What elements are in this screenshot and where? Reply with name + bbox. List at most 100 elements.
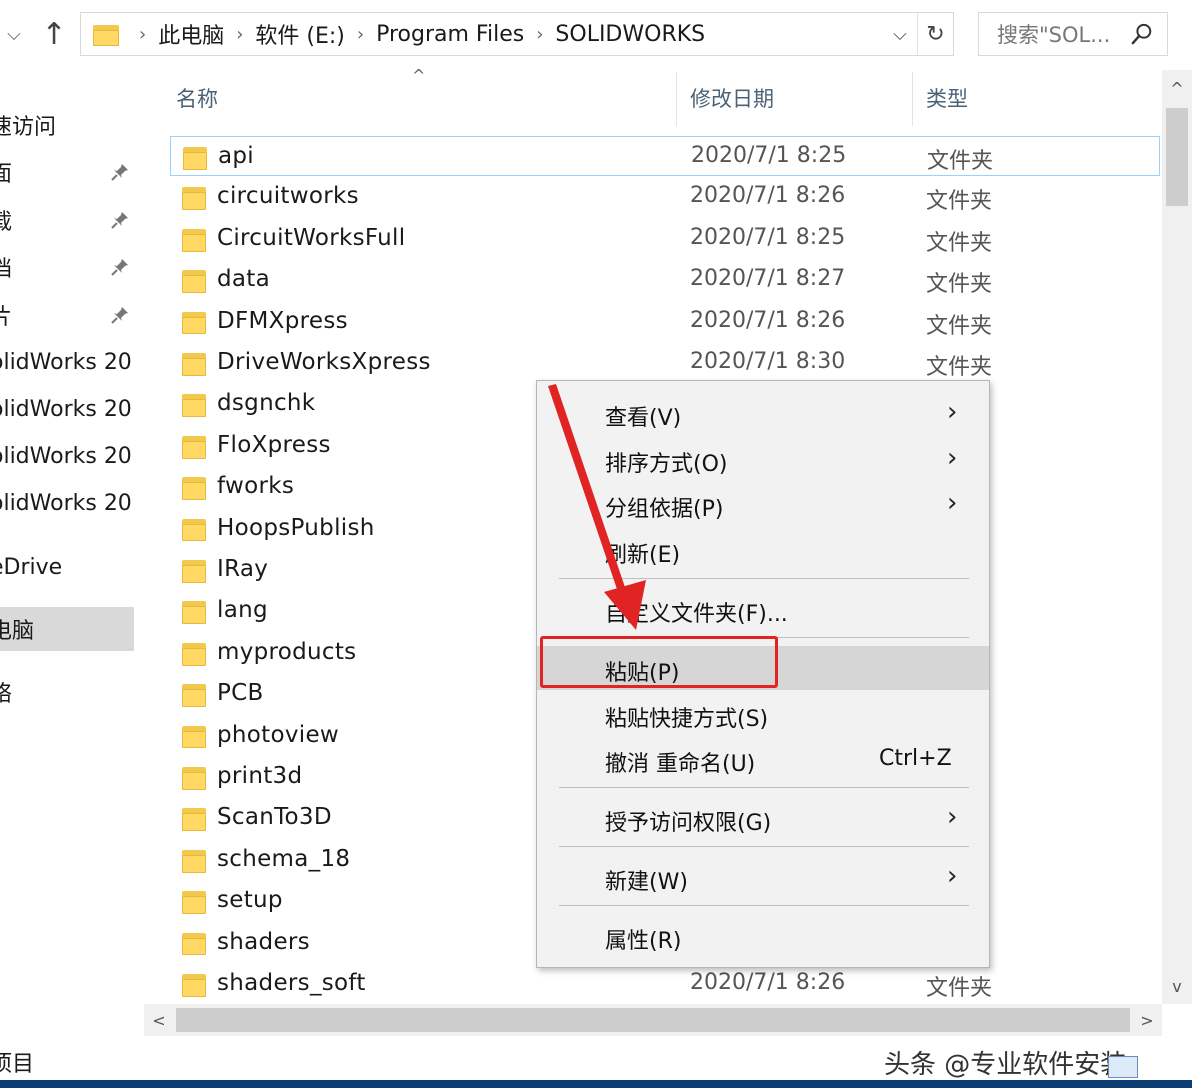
folder-icon xyxy=(182,806,206,832)
breadcrumb-separator[interactable]: › xyxy=(127,24,158,45)
breadcrumb-separator[interactable]: › xyxy=(224,24,255,45)
vertical-scroll-thumb[interactable] xyxy=(1166,108,1188,206)
menu-item-paste[interactable]: 粘贴(P) xyxy=(537,646,989,690)
column-divider[interactable] xyxy=(912,72,913,126)
refresh-icon[interactable]: ↻ xyxy=(917,13,953,55)
folder-icon xyxy=(183,145,207,170)
vertical-scrollbar[interactable]: ^ v xyxy=(1162,70,1192,1004)
file-name: HoopsPublish xyxy=(217,514,375,541)
breadcrumb-program-files[interactable]: Program Files xyxy=(376,22,524,47)
file-row[interactable]: DFMXpress 2020/7/1 8:26 文件夹 xyxy=(170,302,1160,342)
nav-item-label: olidWorks 20 xyxy=(0,396,132,422)
breadcrumb-separator[interactable]: › xyxy=(524,24,555,45)
navigation-pane: 速访问 面 载 档 片 olidWorks 20 olidWorks 20 ol… xyxy=(0,66,134,1066)
horizontal-scroll-thumb[interactable] xyxy=(176,1008,1130,1032)
column-divider[interactable] xyxy=(676,72,677,126)
nav-item-quick-access[interactable]: 速访问 xyxy=(0,103,134,147)
folder-icon xyxy=(182,351,206,376)
details-view-icon[interactable] xyxy=(1108,1056,1138,1078)
file-name: fworks xyxy=(217,473,295,500)
folder-icon xyxy=(182,641,206,666)
file-date: 2020/7/1 8:26 xyxy=(690,970,846,995)
file-name: FloXpress xyxy=(217,431,331,458)
pin-icon[interactable] xyxy=(110,257,130,277)
menu-item-undo-rename[interactable]: 撤消 重命名(U) Ctrl+Z xyxy=(537,737,989,781)
submenu-arrow-icon: › xyxy=(947,488,958,518)
scroll-up-icon[interactable]: ^ xyxy=(1162,70,1192,106)
nav-item-solidworks-1[interactable]: olidWorks 20 xyxy=(0,340,134,384)
watermark: 头条 @专业软件安装 xyxy=(884,1050,1127,1080)
file-name: api xyxy=(218,143,254,169)
file-name: circuitworks xyxy=(217,183,359,210)
pin-icon[interactable] xyxy=(110,162,130,182)
nav-item-onedrive[interactable]: eDrive xyxy=(0,545,134,589)
scroll-left-icon[interactable]: < xyxy=(144,1004,174,1036)
menu-item-paste-shortcut[interactable]: 粘贴快捷方式(S) xyxy=(537,692,989,736)
menu-item-label: 粘贴(P) xyxy=(605,661,680,686)
nav-item-network[interactable]: 络 xyxy=(0,670,134,714)
menu-item-shortcut: Ctrl+Z xyxy=(879,746,952,771)
menu-separator xyxy=(559,787,969,788)
menu-item-properties[interactable]: 属性(R) xyxy=(537,914,989,958)
file-row[interactable]: data 2020/7/1 8:27 文件夹 xyxy=(170,260,1160,300)
menu-item-label: 新建(W) xyxy=(605,870,688,895)
menu-item-new[interactable]: 新建(W) › xyxy=(537,855,989,899)
nav-item-label: 载 xyxy=(0,210,13,235)
file-name: setup xyxy=(217,887,283,914)
address-history-chevron-icon[interactable]: ⌵ xyxy=(887,13,913,55)
file-row[interactable]: DriveWorksXpress 2020/7/1 8:30 文件夹 xyxy=(170,343,1160,383)
nav-item-desktop[interactable]: 面 xyxy=(0,150,134,194)
menu-item-label: 排序方式(O) xyxy=(605,452,728,477)
file-row[interactable]: api 2020/7/1 8:25 文件夹 xyxy=(170,136,1160,176)
up-arrow-icon[interactable]: ↑ xyxy=(34,14,74,54)
menu-item-refresh[interactable]: 刷新(E) xyxy=(537,528,989,572)
scroll-right-icon[interactable]: > xyxy=(1132,1004,1162,1036)
menu-item-view[interactable]: 查看(V) › xyxy=(537,391,989,435)
search-input[interactable]: 搜索"SOL... xyxy=(978,12,1168,56)
address-bar[interactable]: › 此电脑 › 软件 (E:) › Program Files › SOLIDW… xyxy=(80,12,954,56)
recent-locations-chevron-icon[interactable]: ⌵ xyxy=(0,14,28,54)
nav-item-solidworks-3[interactable]: olidWorks 20 xyxy=(0,434,134,478)
nav-item-documents[interactable]: 档 xyxy=(0,245,134,289)
menu-separator xyxy=(559,846,969,847)
column-header-date[interactable]: 修改日期 xyxy=(690,70,910,126)
pin-icon[interactable] xyxy=(110,210,130,230)
nav-item-this-pc[interactable]: 电脑 xyxy=(0,607,134,651)
file-name: lang xyxy=(217,597,268,624)
folder-icon xyxy=(182,227,206,252)
nav-item-solidworks-2[interactable]: olidWorks 20 xyxy=(0,387,134,431)
breadcrumb-drive-e[interactable]: 软件 (E:) xyxy=(255,18,344,50)
folder-icon xyxy=(182,724,206,749)
nav-item-label: olidWorks 20 xyxy=(0,349,132,375)
search-icon[interactable] xyxy=(1131,23,1153,45)
nav-item-downloads[interactable]: 载 xyxy=(0,198,134,242)
breadcrumb-solidworks[interactable]: SOLIDWORKS xyxy=(555,22,705,47)
horizontal-scrollbar[interactable]: < > xyxy=(144,1004,1162,1036)
scroll-down-icon[interactable]: v xyxy=(1162,968,1192,1004)
menu-item-give-access[interactable]: 授予访问权限(G) › xyxy=(537,796,989,840)
menu-item-label: 撤消 重命名(U) xyxy=(605,752,756,777)
nav-item-solidworks-4[interactable]: olidWorks 20 xyxy=(0,481,134,525)
nav-item-label: 络 xyxy=(0,682,13,707)
nav-item-label: 速访问 xyxy=(0,115,57,140)
nav-item-pictures[interactable]: 片 xyxy=(0,293,134,337)
file-date: 2020/7/1 8:25 xyxy=(691,143,847,168)
folder-icon xyxy=(182,310,206,335)
file-row[interactable]: shaders_soft 2020/7/1 8:26 文件夹 xyxy=(170,964,1160,1004)
column-header-name[interactable]: 名称 xyxy=(176,70,676,126)
file-name: IRay xyxy=(217,556,269,582)
menu-item-customize-folder[interactable]: 自定义文件夹(F)... xyxy=(537,587,989,631)
menu-item-sort-by[interactable]: 排序方式(O) › xyxy=(537,437,989,481)
file-name: photoview xyxy=(217,721,340,748)
file-name: DFMXpress xyxy=(217,307,348,334)
file-row[interactable]: circuitworks 2020/7/1 8:26 文件夹 xyxy=(170,177,1160,217)
breadcrumb-separator[interactable]: › xyxy=(345,24,376,45)
file-row[interactable]: CircuitWorksFull 2020/7/1 8:25 文件夹 xyxy=(170,219,1160,259)
folder-icon xyxy=(182,848,206,873)
file-name: myproducts xyxy=(217,638,357,665)
pin-icon[interactable] xyxy=(110,305,130,325)
file-name: PCB xyxy=(217,680,264,707)
breadcrumb-this-pc[interactable]: 此电脑 xyxy=(158,18,224,50)
menu-item-group-by[interactable]: 分组依据(P) › xyxy=(537,482,989,526)
column-header-type[interactable]: 类型 xyxy=(926,70,1156,126)
